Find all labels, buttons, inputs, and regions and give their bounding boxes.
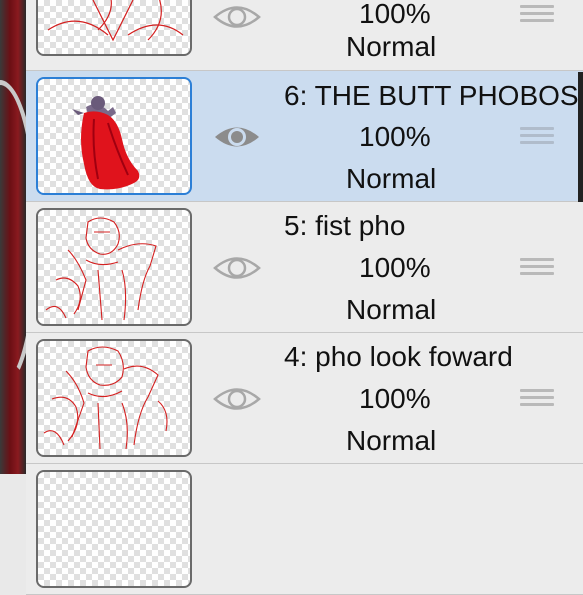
layer-opacity: 100% bbox=[359, 0, 431, 29]
layer-blend-mode: Normal bbox=[346, 163, 437, 194]
visibility-toggle[interactable] bbox=[212, 253, 262, 283]
layer-row[interactable]: 100% Normal bbox=[26, 0, 583, 71]
drag-handle-icon bbox=[520, 258, 554, 261]
drag-handle-icon bbox=[520, 389, 554, 392]
layers-panel: 100% Normal 6: THE BUTT PHOBOS 100% Norm… bbox=[26, 0, 583, 595]
visibility-toggle[interactable] bbox=[212, 2, 262, 32]
drag-handle[interactable] bbox=[520, 389, 554, 413]
red-cape-figure-icon bbox=[72, 96, 140, 190]
red-sketch-icon bbox=[47, 0, 184, 42]
layer-name[interactable]: 5: fist pho bbox=[284, 210, 405, 242]
layer-row[interactable]: 4: pho look foward 100% Normal bbox=[26, 333, 583, 464]
layer-row[interactable]: 6: THE BUTT PHOBOS 100% Normal bbox=[26, 71, 583, 202]
eye-icon bbox=[213, 6, 261, 28]
layer-name[interactable]: 4: pho look foward bbox=[284, 341, 513, 373]
drag-handle-icon bbox=[520, 5, 554, 8]
layer-row[interactable]: 5: fist pho 100% Normal bbox=[26, 202, 583, 333]
red-sketch-icon bbox=[43, 346, 168, 450]
eye-icon bbox=[215, 127, 259, 147]
layer-opacity: 100% bbox=[359, 121, 431, 152]
drag-handle[interactable] bbox=[520, 5, 554, 29]
layer-row[interactable] bbox=[26, 464, 583, 595]
eye-icon bbox=[213, 388, 261, 410]
layer-name[interactable]: 6: THE BUTT PHOBOS bbox=[284, 80, 579, 112]
layer-opacity: 100% bbox=[359, 383, 431, 414]
layer-blend-mode: Normal bbox=[346, 425, 437, 456]
layer-blend-mode: Normal bbox=[346, 31, 437, 62]
layer-thumbnail[interactable] bbox=[36, 339, 192, 457]
layer-thumbnail[interactable] bbox=[36, 77, 192, 195]
canvas-edge bbox=[0, 0, 26, 474]
layer-blend-mode: Normal bbox=[346, 294, 437, 325]
visibility-toggle[interactable] bbox=[212, 384, 262, 414]
scrollbar[interactable] bbox=[578, 72, 583, 202]
layer-thumbnail[interactable] bbox=[36, 470, 192, 588]
layer-thumbnail[interactable] bbox=[36, 0, 192, 56]
eye-icon bbox=[213, 257, 261, 279]
layer-opacity: 100% bbox=[359, 252, 431, 283]
drag-handle[interactable] bbox=[520, 258, 554, 282]
drag-handle-icon bbox=[520, 127, 554, 130]
red-sketch-icon bbox=[45, 217, 157, 321]
drag-handle[interactable] bbox=[520, 127, 554, 151]
canvas-artwork-fragment bbox=[0, 80, 26, 390]
visibility-toggle[interactable] bbox=[212, 122, 262, 152]
layer-thumbnail[interactable] bbox=[36, 208, 192, 326]
